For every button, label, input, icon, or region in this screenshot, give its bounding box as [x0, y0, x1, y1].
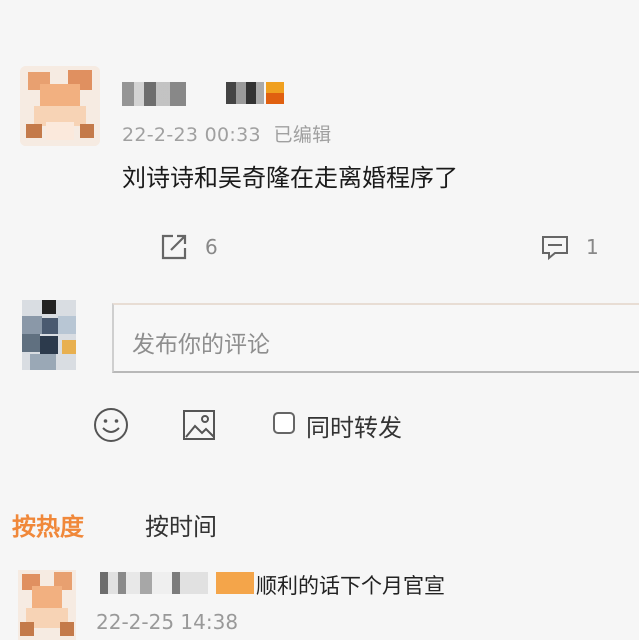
comment-input-placeholder: 发布你的评论: [132, 332, 270, 358]
comment-count: 1: [586, 235, 599, 259]
edited-label: 已编辑: [273, 124, 332, 146]
repost-checkbox[interactable]: [273, 412, 295, 434]
post-author-avatar[interactable]: [20, 66, 100, 146]
reply-author-avatar[interactable]: [18, 570, 76, 640]
comment-input[interactable]: 发布你的评论: [112, 303, 639, 373]
image-icon[interactable]: [181, 407, 217, 443]
share-count: 6: [205, 235, 218, 259]
reply-timestamp: 22-2-25 14:38: [96, 610, 239, 634]
post-time: 22-2-23 00:33: [122, 124, 261, 146]
post-text: 刘诗诗和吴奇隆在走离婚程序了: [122, 164, 458, 192]
post-timestamp: 22-2-23 00:33 已编辑: [122, 120, 331, 147]
reply-author-name-blurred[interactable]: [100, 572, 208, 594]
post-author-name-blurred[interactable]: [122, 82, 186, 106]
author-badge-icon: [266, 82, 284, 104]
emoji-icon[interactable]: [92, 406, 130, 444]
tab-sort-by-hot[interactable]: 按热度: [12, 507, 84, 542]
author-badge-blurred: [226, 82, 264, 104]
tab-sort-by-time[interactable]: 按时间: [145, 507, 217, 542]
share-icon[interactable]: [159, 232, 189, 262]
comment-icon[interactable]: [540, 232, 570, 262]
reply-mention-blurred: [216, 572, 254, 594]
repost-label[interactable]: 同时转发: [306, 408, 402, 443]
current-user-avatar: [22, 300, 76, 370]
reply-text: 顺利的话下个月官宣: [256, 574, 445, 598]
